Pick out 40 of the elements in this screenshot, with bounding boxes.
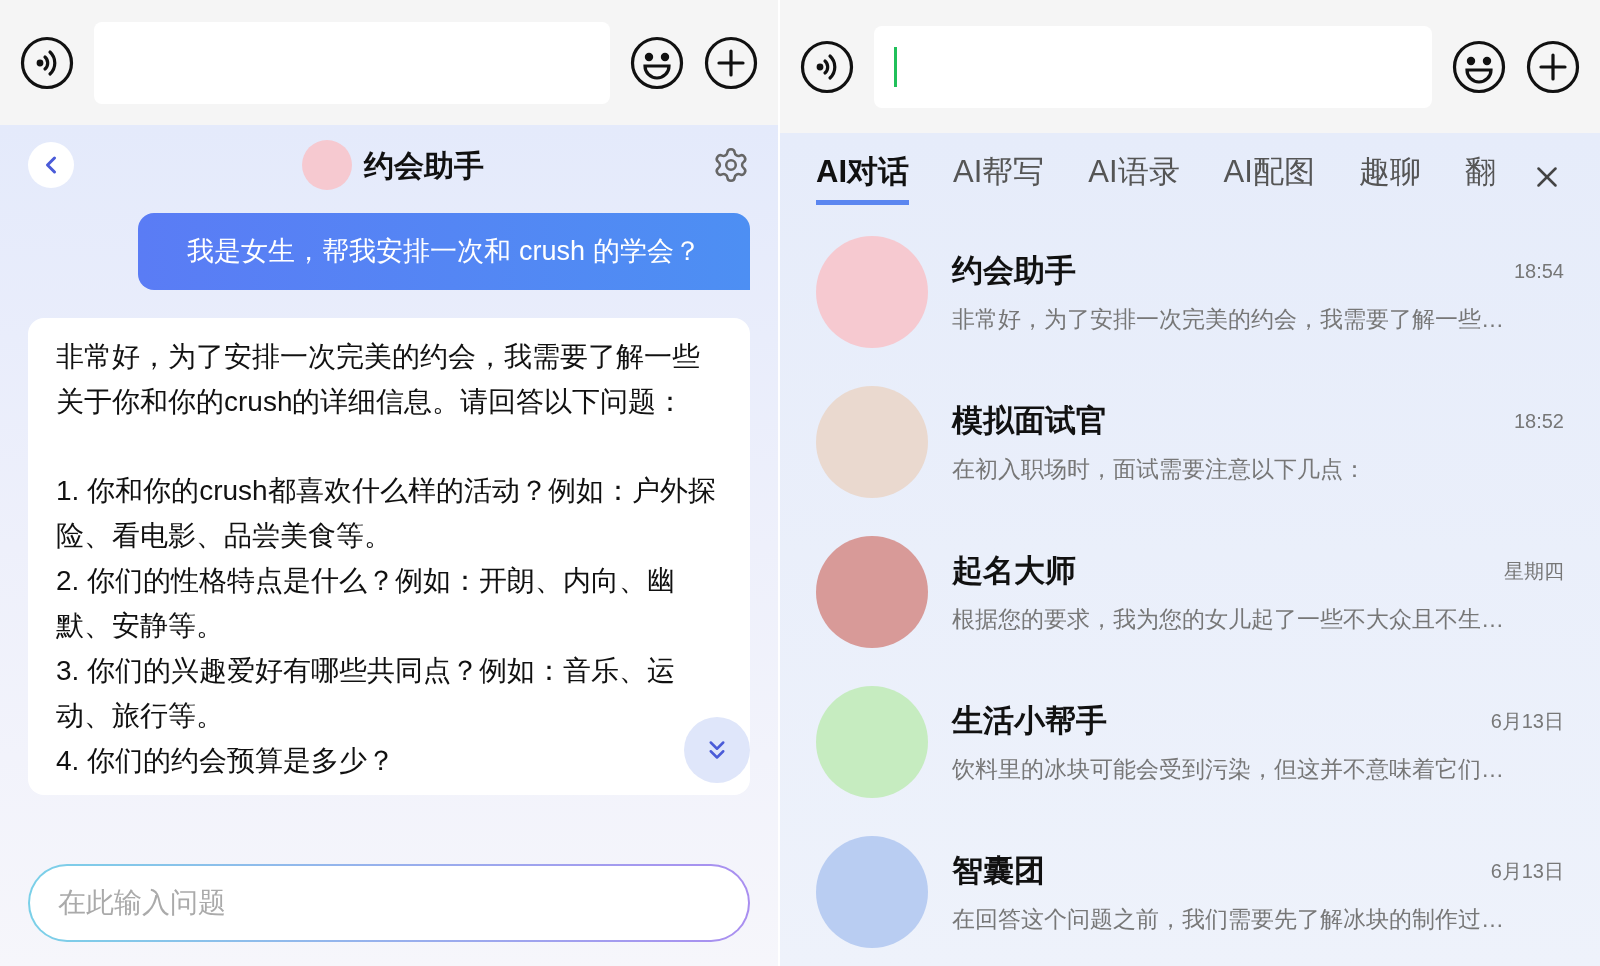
- chat-time: 6月13日: [1490, 858, 1564, 884]
- voice-icon[interactable]: [20, 35, 74, 90]
- tab[interactable]: AI配图: [1223, 149, 1315, 205]
- chat-name[interactable]: 约会助手: [952, 247, 1076, 294]
- smiley-icon[interactable]: [630, 35, 684, 90]
- user-message: 我是女生，帮我安排一次和 crush 的学会？: [138, 213, 750, 290]
- reply-list-item: 1. 你和你的crush都喜欢什么样的活动？例如：户外探险、看电影、品尝美食等。: [56, 473, 717, 553]
- chat-title: 约会助手: [364, 147, 484, 184]
- chat-name[interactable]: 起名大师: [952, 547, 1076, 594]
- tab[interactable]: 趣聊: [1358, 149, 1421, 205]
- back-button[interactable]: [28, 142, 74, 188]
- tab[interactable]: AI对话: [816, 149, 909, 205]
- plus-icon[interactable]: [704, 35, 758, 90]
- chat-preview: 根据您的要求，我为您的女儿起了一些不大众且不生…: [952, 605, 1505, 634]
- smiley-icon[interactable]: [1452, 39, 1506, 94]
- chat-preview: 在回答这个问题之前，我们需要先了解冰块的制作过…: [952, 905, 1505, 934]
- chat-preview: 在初入职场时，面试需要注意以下几点：: [952, 455, 1367, 484]
- chat-name[interactable]: 生活小帮手: [952, 697, 1107, 744]
- reply-list-item: 3. 你们的兴趣爱好有哪些共同点？例如：音乐、运动、旅行等。: [56, 653, 677, 733]
- reply-list-item: 2. 你们的性格特点是什么？例如：开朗、内向、幽默、安静等。: [56, 563, 677, 643]
- chat-time: 6月13日: [1490, 708, 1564, 734]
- chat-preview: 饮料里的冰块可能会受到污染，但这并不意味着它们…: [952, 755, 1505, 784]
- voice-icon[interactable]: [800, 39, 854, 94]
- tab[interactable]: AI帮写: [953, 149, 1045, 205]
- chat-preview: 非常好，为了安排一次完美的约会，我需要了解一些…: [952, 305, 1505, 334]
- chat-time: 18:52: [1513, 408, 1564, 434]
- question-input[interactable]: 在此输入问题: [28, 864, 750, 942]
- chat-time: 星期四: [1504, 558, 1564, 584]
- settings-icon[interactable]: [712, 146, 750, 184]
- tab[interactable]: AI语录: [1088, 149, 1180, 205]
- reply-list-item: 4. 你们的约会预算是多少？: [56, 743, 396, 778]
- plus-icon[interactable]: [1526, 39, 1580, 94]
- text-cursor: [894, 46, 897, 87]
- tab[interactable]: 翻: [1464, 149, 1496, 205]
- chat-name[interactable]: 模拟面试官: [952, 397, 1107, 444]
- chat-name[interactable]: 智囊团: [952, 847, 1045, 894]
- reply-intro: 非常好，为了安排一次完美的约会，我需要了解一些关于你和你的crush的详细信息。请回答以下问题：: [56, 339, 701, 419]
- avatar-placeholder: [302, 140, 352, 190]
- chat-time: 18:54: [1513, 258, 1564, 284]
- message-input[interactable]: [874, 25, 1432, 108]
